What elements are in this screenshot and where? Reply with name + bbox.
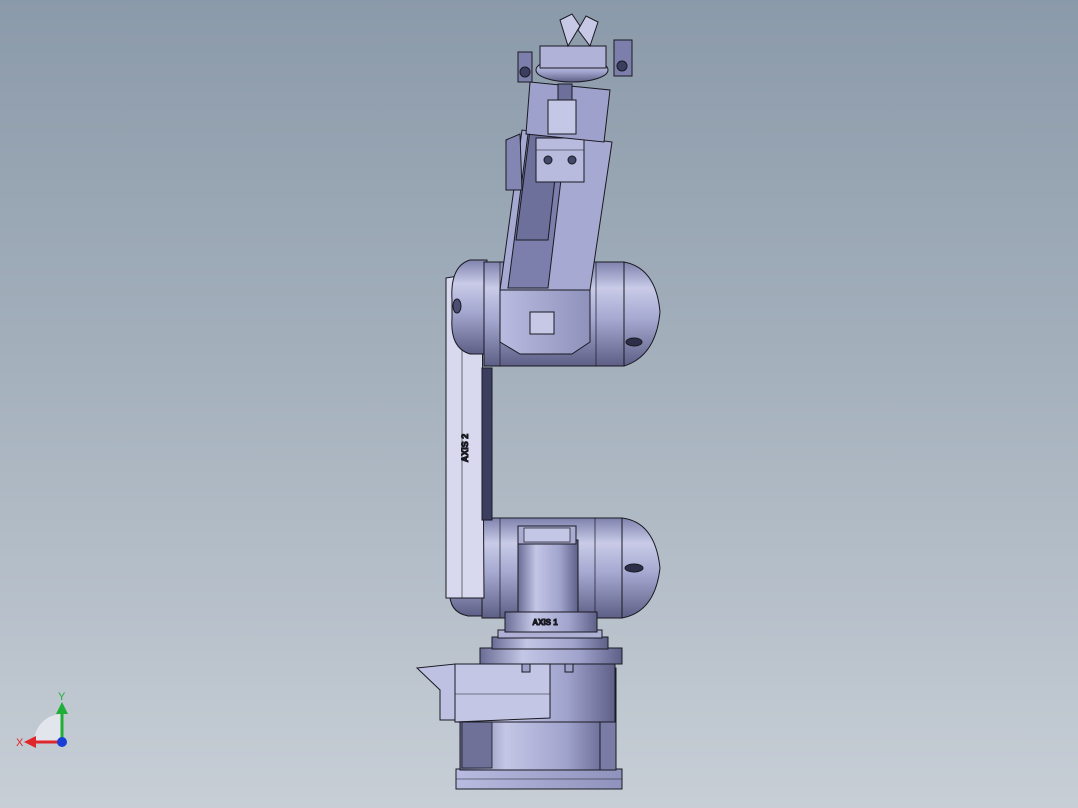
base-ring-flange[interactable] [491, 636, 609, 650]
gripper-finger[interactable] [559, 13, 581, 48]
robot-arm-model[interactable]: AXIS 1 AXIS 2 [0, 0, 1078, 808]
base-ring-plate[interactable] [479, 647, 623, 665]
forearm-mount-plate[interactable] [535, 137, 585, 183]
base-assembly[interactable] [415, 629, 623, 790]
axis2-label: AXIS 2 [460, 434, 470, 463]
forearm[interactable] [499, 81, 613, 291]
graphics-viewport[interactable]: AXIS 1 AXIS 2 Y X [0, 0, 1078, 808]
end-effector[interactable] [517, 13, 633, 83]
gripper-finger[interactable] [577, 15, 599, 48]
axis1-label: AXIS 1 [532, 618, 558, 627]
base-side-bracket[interactable] [415, 663, 456, 721]
